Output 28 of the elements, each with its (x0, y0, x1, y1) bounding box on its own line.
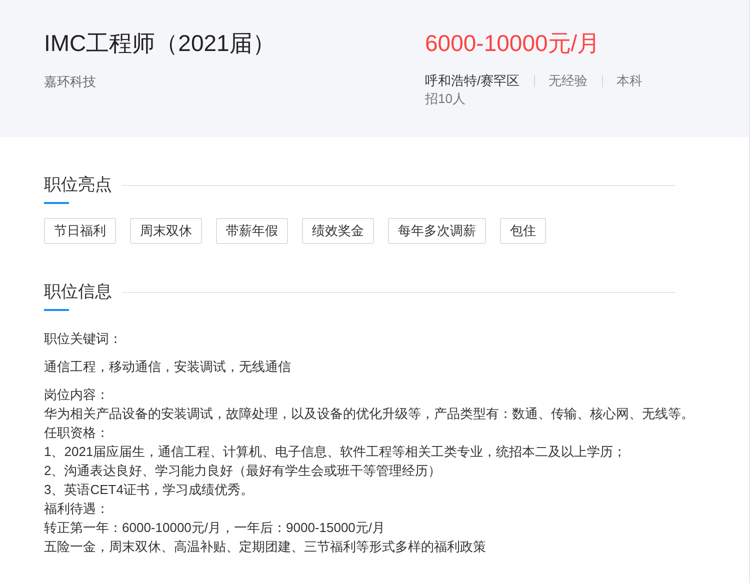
description-text: 转正第一年：6000-10000元/月，一年后：9000-15000元/月 (44, 519, 386, 537)
benefit-tag: 每年多次调薪 (388, 218, 486, 244)
section-title: 职位信息 (44, 281, 112, 303)
headcount: 招10人 (425, 90, 466, 108)
benefit-tag: 绩效奖金 (302, 218, 374, 244)
description-text: 通信工程，移动通信，安装调试，无线通信 (44, 358, 292, 376)
salary: 6000-10000元/月 (425, 29, 602, 58)
benefit-tag: 周末双休 (130, 218, 202, 244)
benefit-tag: 节日福利 (44, 218, 116, 244)
description-text: 岗位内容： (44, 386, 110, 404)
description-text: 五险一金，周末双休、高温补贴、定期团建、三节福利等形式多样的福利政策 (44, 538, 487, 556)
description-text: 任职资格： (44, 424, 110, 442)
description-text: 3、英语CET4证书，学习成绩优秀。 (44, 481, 254, 499)
benefit-tag: 包住 (500, 218, 546, 244)
experience: 无经验 (548, 72, 588, 90)
education: 本科 (616, 72, 643, 90)
description-text: 福利待遇： (44, 500, 110, 518)
location: 呼和浩特/赛罕区 (425, 72, 520, 90)
section-title-underline (44, 202, 69, 204)
section-title-underline (44, 309, 69, 311)
description-text: 职位关键词： (44, 330, 123, 348)
description-text: 2、沟通表达良好、学习能力良好（最好有学生会或班干等管理经历） (44, 462, 442, 480)
section-title: 职位亮点 (44, 174, 112, 196)
job-title: IMC工程师（2021届） (44, 29, 276, 58)
benefit-tag: 带薪年假 (216, 218, 288, 244)
company-name: 嘉环科技 (44, 73, 97, 91)
description-text: 1、2021届应届生，通信工程、计算机、电子信息、软件工程等相关工类专业，统招本二及以上学历； (44, 443, 628, 461)
description-text: 华为相关产品设备的安装调试，故障处理，以及设备的优化升级等，产品类型有：数通、传输、核心网、无线等。 (44, 405, 695, 423)
